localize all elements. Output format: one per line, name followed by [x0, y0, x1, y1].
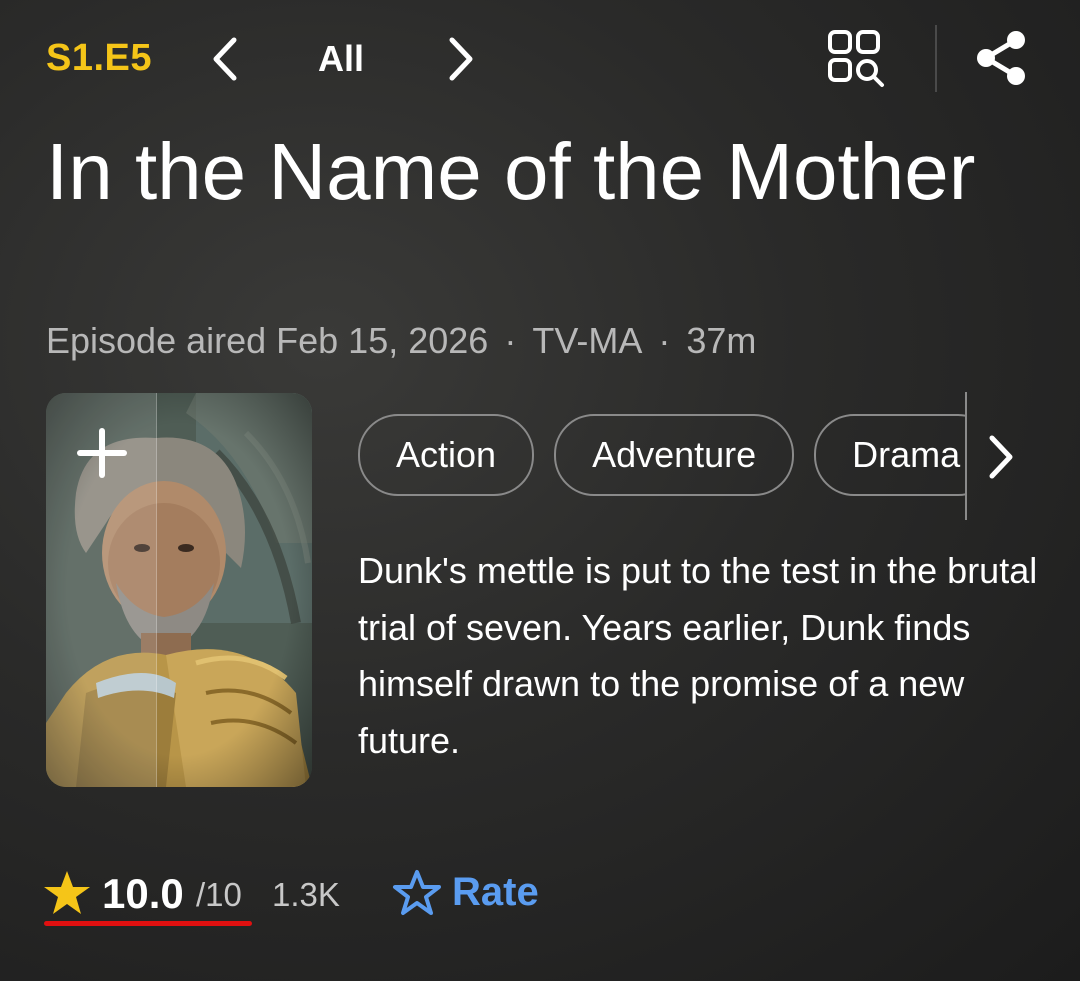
- air-date: Episode aired Feb 15, 2026: [46, 320, 489, 361]
- top-bar: S1.E5 All: [0, 0, 1080, 115]
- rating-max: /10: [196, 876, 242, 913]
- rating-count: 1.3K: [272, 876, 340, 913]
- toolbar-divider: [935, 25, 937, 92]
- episode-title: In the Name of the Mother: [46, 127, 976, 216]
- episode-grid-button[interactable]: [824, 28, 888, 90]
- runtime: 37m: [686, 320, 757, 361]
- genre-chip[interactable]: Drama: [814, 414, 966, 496]
- chevron-left-icon: [213, 37, 237, 81]
- share-icon: [977, 31, 1025, 85]
- chevron-right-icon: [449, 37, 473, 81]
- genre-chips: Action Adventure Drama: [358, 414, 966, 498]
- grid-search-icon: [828, 30, 884, 87]
- rating-row: 10.0 /10 1.3K Rate: [42, 866, 1042, 926]
- episode-poster[interactable]: [46, 393, 312, 787]
- genre-chip[interactable]: Action: [358, 414, 535, 496]
- rating-underline: [44, 921, 252, 926]
- content-rating: TV-MA: [532, 320, 643, 361]
- meta-separator: ·: [658, 320, 671, 361]
- rate-label: Rate: [452, 870, 539, 914]
- share-button[interactable]: [972, 28, 1030, 88]
- chips-divider: [965, 392, 967, 520]
- episode-meta: Episode aired Feb 15, 2026 · TV-MA · 37m: [46, 320, 756, 362]
- genres-scroll-button[interactable]: [982, 432, 1022, 482]
- previous-episode-button[interactable]: [206, 34, 246, 84]
- plot-summary: Dunk's mettle is put to the test in the …: [358, 550, 1038, 761]
- episode-code: S1.E5: [46, 37, 153, 79]
- chevron-right-icon: [989, 435, 1013, 479]
- meta-separator: ·: [504, 320, 517, 361]
- all-episodes-button[interactable]: All: [318, 38, 364, 80]
- next-episode-button[interactable]: [440, 34, 480, 84]
- genre-chip[interactable]: Adventure: [554, 414, 795, 496]
- rating-value: 10.0: [102, 870, 184, 917]
- star-outline-icon: [393, 870, 441, 915]
- star-filled-icon: [44, 871, 90, 914]
- add-to-watchlist-button[interactable]: [46, 393, 157, 787]
- plus-icon: [77, 428, 127, 478]
